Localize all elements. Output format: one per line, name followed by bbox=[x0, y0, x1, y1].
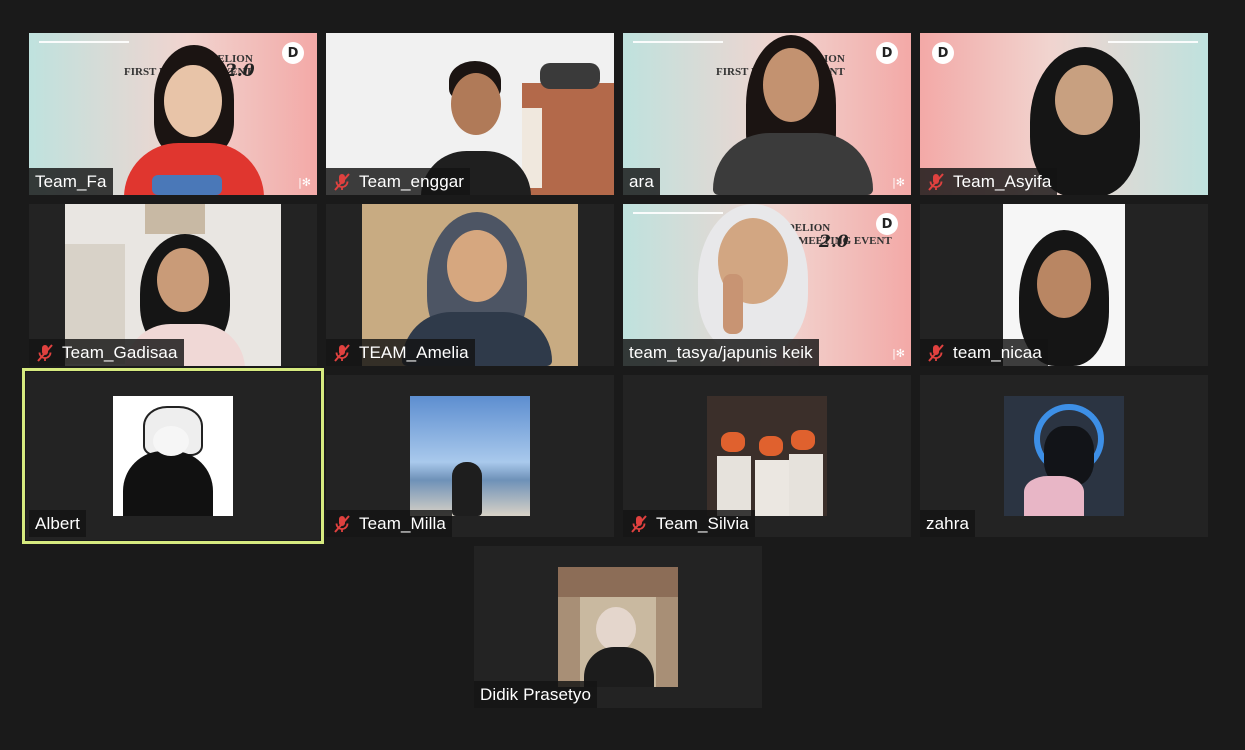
event-logo-icon: D bbox=[282, 42, 304, 64]
microphone-muted-icon bbox=[928, 343, 944, 362]
participant-tile[interactable]: Didik Prasetyo bbox=[474, 546, 762, 708]
microphone-muted-icon bbox=[928, 172, 944, 191]
avatar bbox=[558, 567, 678, 687]
event-logo-icon: D bbox=[876, 42, 898, 64]
participant-name: TEAM_Amelia bbox=[359, 342, 469, 362]
name-tag: Team_Asyifa bbox=[920, 168, 1058, 195]
participant-name: Team_Asyifa bbox=[953, 171, 1052, 191]
avatar bbox=[707, 396, 827, 516]
video-feed: DANDELION FIRST MEETING EVENT D |✻ bbox=[623, 33, 911, 195]
name-tag: Albert bbox=[29, 510, 87, 537]
name-tag: Team_Silvia bbox=[623, 510, 755, 537]
participant-name: Team_Gadisaa bbox=[62, 342, 178, 362]
participant-tile[interactable]: Team_Gadisaa bbox=[29, 204, 317, 366]
name-tag: TEAM_Amelia bbox=[326, 339, 475, 366]
microphone-muted-icon bbox=[334, 172, 350, 191]
event-logo-icon: D bbox=[932, 42, 954, 64]
avatar bbox=[410, 396, 530, 516]
name-tag: Didik Prasetyo bbox=[474, 681, 597, 708]
event-logo-icon: D bbox=[876, 213, 898, 235]
avatar bbox=[113, 396, 233, 516]
microphone-muted-icon bbox=[631, 514, 647, 533]
microphone-muted-icon bbox=[37, 343, 53, 362]
participant-tile[interactable]: DANDELION FIRST MEETING EVENT 2.0 D |✻ T… bbox=[29, 33, 317, 195]
participant-tile[interactable]: Team_Silvia bbox=[623, 375, 911, 537]
microphone-muted-icon bbox=[334, 343, 350, 362]
sparkle-icon: |✻ bbox=[298, 176, 311, 189]
participant-tile[interactable]: zahra bbox=[920, 375, 1208, 537]
name-tag: zahra bbox=[920, 510, 976, 537]
name-tag: team_tasya/japunis keik bbox=[623, 339, 819, 366]
video-gallery: DANDELION FIRST MEETING EVENT 2.0 D |✻ T… bbox=[0, 0, 1245, 750]
participant-tile[interactable]: DANDELION FIRST MEETING EVENT D |✻ ara bbox=[623, 33, 911, 195]
participant-tile[interactable]: TEAM_Amelia bbox=[326, 204, 614, 366]
participant-name: Didik Prasetyo bbox=[480, 684, 591, 704]
microphone-muted-icon bbox=[334, 514, 350, 533]
avatar bbox=[1004, 396, 1124, 516]
name-tag: ara bbox=[623, 168, 660, 195]
participant-name: ara bbox=[629, 171, 654, 191]
participant-tile[interactable]: DANDELION FIRST MEETING EVENT 2.0 D |✻ t… bbox=[623, 204, 911, 366]
sparkle-icon: |✻ bbox=[892, 176, 905, 189]
participant-name: Team_Silvia bbox=[656, 513, 749, 533]
participant-name: Team_enggar bbox=[359, 171, 465, 191]
participant-name: zahra bbox=[926, 513, 970, 533]
participant-tile[interactable]: team_nicaa bbox=[920, 204, 1208, 366]
participant-name: team_tasya/japunis keik bbox=[629, 342, 813, 362]
name-tag: team_nicaa bbox=[920, 339, 1048, 366]
name-tag: Team_Gadisaa bbox=[29, 339, 184, 366]
name-tag: Team_Fa bbox=[29, 168, 113, 195]
name-tag: Team_Milla bbox=[326, 510, 452, 537]
participant-tile-active-speaker[interactable]: Albert bbox=[22, 368, 324, 544]
participant-name: Team_Milla bbox=[359, 513, 446, 533]
name-tag: Team_enggar bbox=[326, 168, 471, 195]
sparkle-icon: |✻ bbox=[892, 347, 905, 360]
participant-name: Albert bbox=[35, 513, 81, 533]
participant-name: Team_Fa bbox=[35, 171, 107, 191]
participant-tile[interactable]: Team_Milla bbox=[326, 375, 614, 537]
participant-name: team_nicaa bbox=[953, 342, 1042, 362]
participant-tile[interactable]: Team_enggar bbox=[326, 33, 614, 195]
participant-tile[interactable]: D Team_Asyifa bbox=[920, 33, 1208, 195]
